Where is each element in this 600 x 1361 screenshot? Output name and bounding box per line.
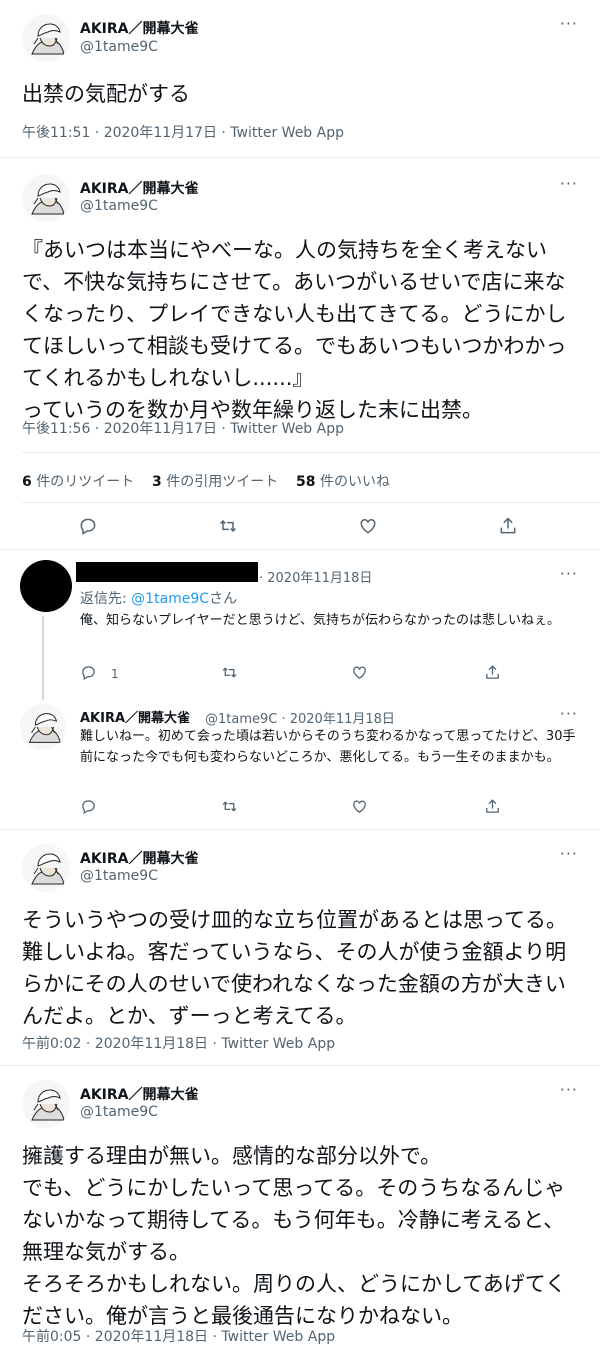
tweet-3[interactable]: AKIRA／開幕大雀 @1tame9C ··· そういうやつの受け皿的な立ち位置…: [0, 830, 600, 1066]
tweet-stats: 6 件のリツイート 3 件の引用ツイート 58 件のいいね: [22, 471, 390, 491]
more-icon[interactable]: ···: [560, 1080, 578, 1099]
reply-date[interactable]: · 2020年11月18日: [259, 567, 372, 586]
retweet-icon[interactable]: [221, 664, 245, 688]
tweet-timestamp[interactable]: 午前0:02 · 2020年11月18日 · Twitter Web App: [22, 1033, 335, 1053]
more-icon[interactable]: ···: [560, 14, 578, 33]
author-handle[interactable]: @1tame9C: [80, 868, 158, 884]
action-bar: 1: [0, 664, 600, 688]
retweet-icon[interactable]: [218, 516, 242, 540]
author-name[interactable]: AKIRA／開幕大雀: [80, 178, 199, 198]
divider: [22, 502, 600, 503]
reply-icon[interactable]: [80, 798, 104, 822]
avatar[interactable]: [22, 174, 70, 222]
author-handle-date[interactable]: @1tame9C · 2020年11月18日: [205, 708, 395, 727]
author-handle[interactable]: @1tame9C: [80, 198, 158, 214]
action-bar: [0, 516, 600, 540]
avatar[interactable]: [22, 14, 70, 62]
divider: [22, 452, 600, 453]
share-icon[interactable]: [498, 516, 522, 540]
reply-text: 難しいねー。初めて会った頃は若いからそのうち変わるかなって思ってたけど、30手前…: [80, 729, 576, 765]
quote-label[interactable]: 件の引用ツイート: [166, 474, 278, 490]
avatar[interactable]: [20, 704, 66, 750]
reply-to-handle[interactable]: @1tame9C: [131, 591, 209, 607]
reply-to: 返信先: @1tame9Cさん: [80, 588, 237, 608]
reply-text: 俺、知らないプレイヤーだと思うけど、気持ちが伝わらなかったのは悲しいねぇ。: [80, 613, 560, 628]
retweet-icon[interactable]: [221, 798, 245, 822]
tweet-timestamp[interactable]: 午後11:56 · 2020年11月17日 · Twitter Web App: [22, 418, 344, 438]
more-icon[interactable]: ···: [560, 564, 578, 583]
retweet-count[interactable]: 6: [22, 474, 32, 490]
author-handle[interactable]: @1tame9C: [80, 39, 158, 55]
share-icon[interactable]: [484, 798, 508, 822]
tweet-timestamp[interactable]: 午後11:51 · 2020年11月17日 · Twitter Web App: [22, 122, 344, 142]
author-name[interactable]: AKIRA／開幕大雀: [80, 848, 199, 868]
like-icon[interactable]: [358, 516, 382, 540]
action-bar: [0, 798, 600, 822]
author-name[interactable]: AKIRA／開幕大雀: [80, 18, 199, 38]
more-icon[interactable]: ···: [560, 174, 578, 193]
reply-to-suffix: さん: [209, 591, 238, 607]
more-icon[interactable]: ···: [560, 704, 578, 723]
share-icon[interactable]: [484, 664, 508, 688]
retweet-label[interactable]: 件のリツイート: [36, 474, 134, 490]
redacted-name: [76, 562, 258, 582]
tweet-4[interactable]: AKIRA／開幕大雀 @1tame9C ··· 擁護する理由が無い。感情的な部分…: [0, 1066, 600, 1361]
tweet-text: 出禁の気配がする: [22, 82, 190, 106]
more-icon[interactable]: ···: [560, 844, 578, 863]
tweet-text: そういうやつの受け皿的な立ち位置があるとは思ってる。難しいよね。客だっていうなら…: [22, 908, 567, 1028]
tweet-timestamp[interactable]: 午前0:05 · 2020年11月18日 · Twitter Web App: [22, 1326, 335, 1346]
reply-count[interactable]: 1: [111, 667, 119, 681]
tweet-1[interactable]: AKIRA／開幕大雀 @1tame9C ··· 出禁の気配がする 午後11:51…: [0, 0, 600, 158]
reply-icon[interactable]: [80, 664, 104, 688]
tweet-text: 『あいつは本当にやべーな。人の気持ちを全く考えないで、不快な気持ちにさせて。あい…: [22, 238, 567, 422]
author-handle[interactable]: @1tame9C: [80, 1104, 158, 1120]
tweet-text: 擁護する理由が無い。感情的な部分以外で。 でも、どうにかしたいって思ってる。その…: [22, 1144, 567, 1328]
like-count[interactable]: 58: [296, 474, 315, 490]
author-name[interactable]: AKIRA／開幕大雀: [80, 1084, 199, 1104]
avatar[interactable]: [22, 844, 70, 892]
quote-count[interactable]: 3: [152, 474, 162, 490]
reply-icon[interactable]: [78, 516, 102, 540]
reply-to-prefix: 返信先:: [80, 591, 127, 607]
like-icon[interactable]: [351, 798, 375, 822]
like-icon[interactable]: [351, 664, 375, 688]
avatar-redacted[interactable]: [20, 560, 72, 612]
reply-thread: · 2020年11月18日 ··· 返信先: @1tame9Cさん 俺、知らない…: [0, 550, 600, 830]
tweet-2[interactable]: AKIRA／開幕大雀 @1tame9C ··· 『あいつは本当にやべーな。人の気…: [0, 158, 600, 550]
author-name[interactable]: AKIRA／開幕大雀: [80, 707, 190, 726]
avatar[interactable]: [22, 1080, 70, 1128]
like-label[interactable]: 件のいいね: [320, 474, 390, 490]
